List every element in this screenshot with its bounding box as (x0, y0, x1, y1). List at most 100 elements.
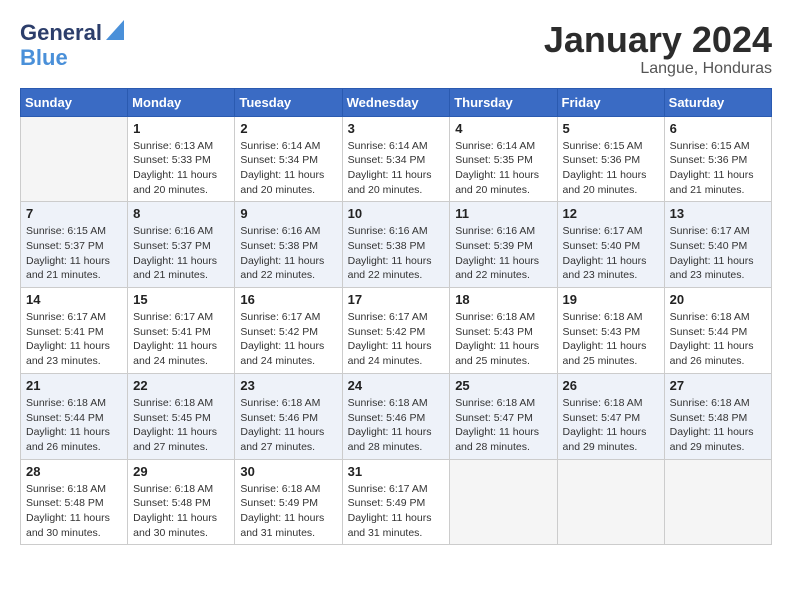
day-number: 30 (240, 464, 336, 479)
cell-details: Sunrise: 6:15 AMSunset: 5:37 PMDaylight:… (26, 224, 122, 283)
page-header: General Blue January 2024 Langue, Hondur… (20, 20, 772, 78)
logo-icon (106, 20, 124, 40)
day-number: 8 (133, 206, 229, 221)
calendar-cell: 13 Sunrise: 6:17 AMSunset: 5:40 PMDayligh… (664, 202, 771, 288)
cell-details: Sunrise: 6:15 AMSunset: 5:36 PMDaylight:… (670, 139, 766, 198)
calendar-cell: 10 Sunrise: 6:16 AMSunset: 5:38 PMDayligh… (342, 202, 450, 288)
cell-details: Sunrise: 6:18 AMSunset: 5:45 PMDaylight:… (133, 396, 229, 455)
calendar-cell: 8 Sunrise: 6:16 AMSunset: 5:37 PMDaylight… (128, 202, 235, 288)
day-number: 15 (133, 292, 229, 307)
calendar-cell: 26 Sunrise: 6:18 AMSunset: 5:47 PMDayligh… (557, 373, 664, 459)
cell-details: Sunrise: 6:18 AMSunset: 5:43 PMDaylight:… (455, 310, 551, 369)
day-number: 14 (26, 292, 122, 307)
day-number: 2 (240, 121, 336, 136)
weekday-header: Thursday (450, 88, 557, 116)
day-number: 1 (133, 121, 229, 136)
calendar-cell (21, 116, 128, 202)
day-number: 4 (455, 121, 551, 136)
calendar-cell: 2 Sunrise: 6:14 AMSunset: 5:34 PMDaylight… (235, 116, 342, 202)
weekday-header: Saturday (664, 88, 771, 116)
cell-details: Sunrise: 6:17 AMSunset: 5:42 PMDaylight:… (240, 310, 336, 369)
calendar-cell: 5 Sunrise: 6:15 AMSunset: 5:36 PMDaylight… (557, 116, 664, 202)
calendar-cell: 11Sunrise: 6:16 AMSunset: 5:39 PMDayligh… (450, 202, 557, 288)
calendar-cell (664, 459, 771, 545)
day-number: 12 (563, 206, 659, 221)
day-number: 28 (26, 464, 122, 479)
day-number: 29 (133, 464, 229, 479)
calendar-cell (450, 459, 557, 545)
day-number: 9 (240, 206, 336, 221)
day-number: 31 (348, 464, 445, 479)
logo-blue: Blue (20, 45, 68, 71)
day-number: 21 (26, 378, 122, 393)
calendar-cell: 20 Sunrise: 6:18 AMSunset: 5:44 PMDayligh… (664, 288, 771, 374)
calendar-week-row: 7 Sunrise: 6:15 AMSunset: 5:37 PMDaylight… (21, 202, 772, 288)
calendar-cell: 31 Sunrise: 6:17 AMSunset: 5:49 PMDayligh… (342, 459, 450, 545)
cell-details: Sunrise: 6:18 AMSunset: 5:47 PMDaylight:… (563, 396, 659, 455)
day-number: 7 (26, 206, 122, 221)
cell-details: Sunrise: 6:16 AMSunset: 5:37 PMDaylight:… (133, 224, 229, 283)
cell-details: Sunrise: 6:17 AMSunset: 5:49 PMDaylight:… (348, 482, 445, 541)
cell-details: Sunrise: 6:18 AMSunset: 5:49 PMDaylight:… (240, 482, 336, 541)
calendar-cell: 22 Sunrise: 6:18 AMSunset: 5:45 PMDayligh… (128, 373, 235, 459)
calendar-cell: 1Sunrise: 6:13 AMSunset: 5:33 PMDaylight… (128, 116, 235, 202)
day-number: 27 (670, 378, 766, 393)
cell-details: Sunrise: 6:18 AMSunset: 5:48 PMDaylight:… (133, 482, 229, 541)
weekday-header: Wednesday (342, 88, 450, 116)
cell-details: Sunrise: 6:17 AMSunset: 5:41 PMDaylight:… (133, 310, 229, 369)
calendar-cell: 9Sunrise: 6:16 AMSunset: 5:38 PMDaylight… (235, 202, 342, 288)
cell-details: Sunrise: 6:18 AMSunset: 5:46 PMDaylight:… (348, 396, 445, 455)
cell-details: Sunrise: 6:15 AMSunset: 5:36 PMDaylight:… (563, 139, 659, 198)
weekday-header: Monday (128, 88, 235, 116)
day-number: 23 (240, 378, 336, 393)
day-number: 13 (670, 206, 766, 221)
calendar-cell: 28 Sunrise: 6:18 AMSunset: 5:48 PMDayligh… (21, 459, 128, 545)
cell-details: Sunrise: 6:16 AMSunset: 5:38 PMDaylight:… (348, 224, 445, 283)
calendar-cell: 25Sunrise: 6:18 AMSunset: 5:47 PMDayligh… (450, 373, 557, 459)
day-number: 10 (348, 206, 445, 221)
logo-text: General (20, 22, 102, 44)
cell-details: Sunrise: 6:18 AMSunset: 5:47 PMDaylight:… (455, 396, 551, 455)
cell-details: Sunrise: 6:17 AMSunset: 5:40 PMDaylight:… (563, 224, 659, 283)
weekday-header: Sunday (21, 88, 128, 116)
cell-details: Sunrise: 6:14 AMSunset: 5:35 PMDaylight:… (455, 139, 551, 198)
day-number: 18 (455, 292, 551, 307)
day-number: 17 (348, 292, 445, 307)
calendar-cell: 18 Sunrise: 6:18 AMSunset: 5:43 PMDayligh… (450, 288, 557, 374)
location: Langue, Honduras (544, 60, 772, 78)
calendar-cell: 12 Sunrise: 6:17 AMSunset: 5:40 PMDayligh… (557, 202, 664, 288)
title-block: January 2024 Langue, Honduras (544, 20, 772, 78)
calendar-cell: 29 Sunrise: 6:18 AMSunset: 5:48 PMDayligh… (128, 459, 235, 545)
calendar-cell: 21 Sunrise: 6:18 AMSunset: 5:44 PMDayligh… (21, 373, 128, 459)
day-number: 26 (563, 378, 659, 393)
cell-details: Sunrise: 6:14 AMSunset: 5:34 PMDaylight:… (348, 139, 445, 198)
calendar-cell: 24Sunrise: 6:18 AMSunset: 5:46 PMDayligh… (342, 373, 450, 459)
calendar-cell: 16Sunrise: 6:17 AMSunset: 5:42 PMDayligh… (235, 288, 342, 374)
logo: General Blue (20, 20, 124, 71)
cell-details: Sunrise: 6:17 AMSunset: 5:40 PMDaylight:… (670, 224, 766, 283)
calendar-cell: 6Sunrise: 6:15 AMSunset: 5:36 PMDaylight… (664, 116, 771, 202)
calendar-cell: 30 Sunrise: 6:18 AMSunset: 5:49 PMDayligh… (235, 459, 342, 545)
day-number: 5 (563, 121, 659, 136)
cell-details: Sunrise: 6:18 AMSunset: 5:48 PMDaylight:… (26, 482, 122, 541)
weekday-header: Friday (557, 88, 664, 116)
cell-details: Sunrise: 6:18 AMSunset: 5:44 PMDaylight:… (670, 310, 766, 369)
day-number: 19 (563, 292, 659, 307)
cell-details: Sunrise: 6:17 AMSunset: 5:42 PMDaylight:… (348, 310, 445, 369)
calendar-week-row: 28 Sunrise: 6:18 AMSunset: 5:48 PMDayligh… (21, 459, 772, 545)
day-number: 22 (133, 378, 229, 393)
cell-details: Sunrise: 6:16 AMSunset: 5:39 PMDaylight:… (455, 224, 551, 283)
cell-details: Sunrise: 6:18 AMSunset: 5:44 PMDaylight:… (26, 396, 122, 455)
calendar-week-row: 14 Sunrise: 6:17 AMSunset: 5:41 PMDayligh… (21, 288, 772, 374)
day-number: 20 (670, 292, 766, 307)
calendar-cell: 3Sunrise: 6:14 AMSunset: 5:34 PMDaylight… (342, 116, 450, 202)
calendar-cell: 17 Sunrise: 6:17 AMSunset: 5:42 PMDayligh… (342, 288, 450, 374)
cell-details: Sunrise: 6:14 AMSunset: 5:34 PMDaylight:… (240, 139, 336, 198)
calendar-cell: 27 Sunrise: 6:18 AMSunset: 5:48 PMDayligh… (664, 373, 771, 459)
cell-details: Sunrise: 6:18 AMSunset: 5:48 PMDaylight:… (670, 396, 766, 455)
cell-details: Sunrise: 6:18 AMSunset: 5:43 PMDaylight:… (563, 310, 659, 369)
calendar-table: SundayMondayTuesdayWednesdayThursdayFrid… (20, 88, 772, 546)
cell-details: Sunrise: 6:18 AMSunset: 5:46 PMDaylight:… (240, 396, 336, 455)
weekday-header-row: SundayMondayTuesdayWednesdayThursdayFrid… (21, 88, 772, 116)
calendar-cell: 19 Sunrise: 6:18 AMSunset: 5:43 PMDayligh… (557, 288, 664, 374)
